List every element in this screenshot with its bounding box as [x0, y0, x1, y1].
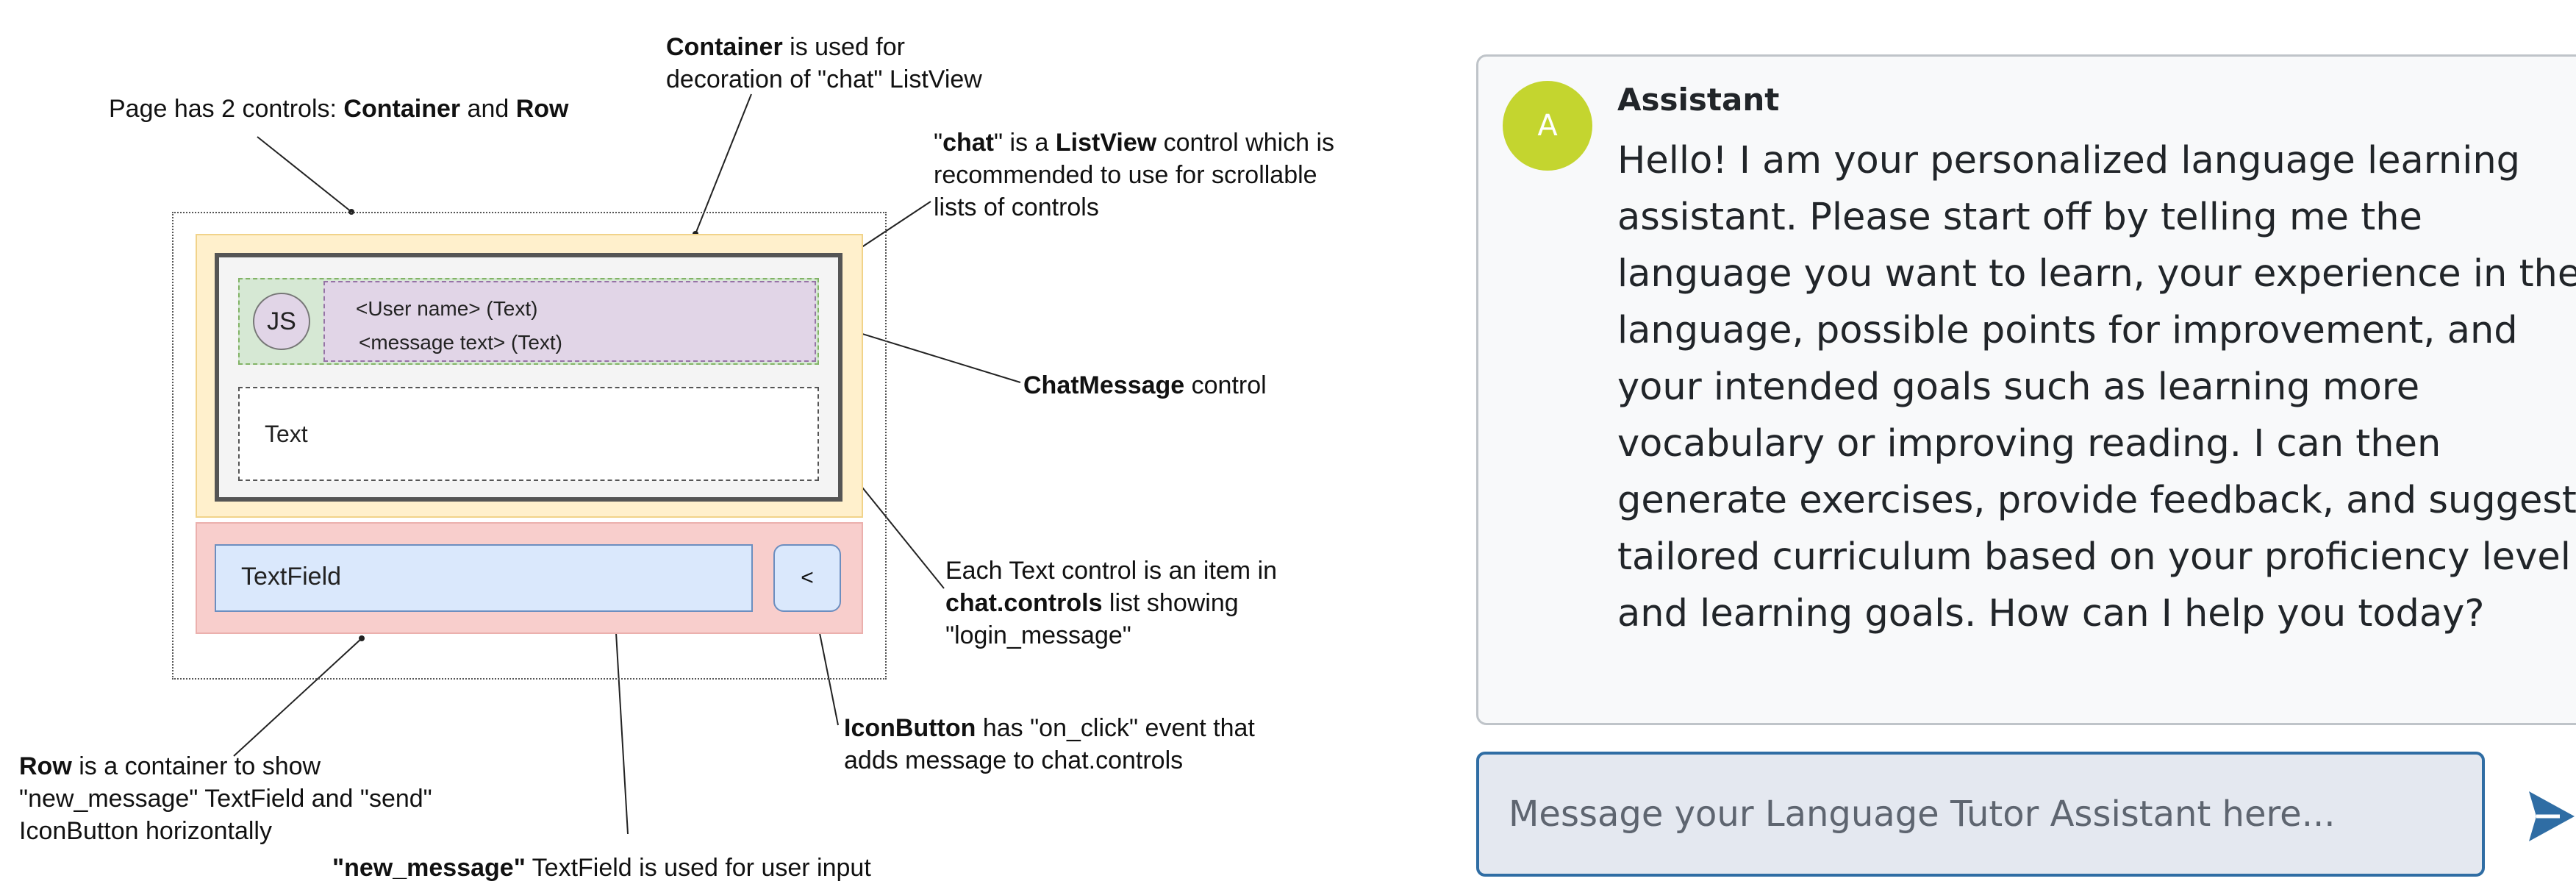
icon-button-label: <	[801, 566, 814, 590]
send-icon[interactable]	[2526, 788, 2576, 844]
assistant-name: Assistant	[1617, 82, 1780, 118]
mock-user-name-label: <User name> (Text)	[356, 297, 538, 320]
assistant-avatar: A	[1503, 81, 1592, 171]
text-item-label: Text	[265, 421, 308, 447]
annotation-row: Row is a container to show "new_message"…	[19, 752, 432, 845]
annotation-new-message: "new_message" TextField is used for user…	[332, 854, 871, 882]
mock-message-text-label: <message text> (Text)	[359, 331, 563, 354]
annotation-chat-listview: "chat" is a ListView control which is re…	[934, 129, 1335, 221]
mock-avatar: JS	[253, 293, 310, 350]
text-item-box	[238, 387, 819, 481]
mock-avatar-initials: JS	[267, 307, 296, 335]
message-input[interactable]	[1476, 752, 2485, 877]
annotation-chatmessage: ChatMessage control	[1023, 371, 1267, 399]
annotation-text-item: Each Text control is an item in chat.con…	[945, 557, 1278, 649]
assistant-avatar-letter: A	[1537, 109, 1558, 143]
assistant-message-text: Hello! I am your personalized language l…	[1617, 139, 2576, 635]
icon-button-box: <	[773, 544, 841, 612]
annotation-container: Container is used for decoration of "cha…	[666, 33, 982, 93]
annotation-iconbutton: IconButton has "on_click" event that add…	[844, 714, 1255, 774]
textfield-label: TextField	[241, 563, 342, 591]
annotation-page: Page has 2 controls: Container and Row	[109, 95, 569, 123]
flet-chat-layout-diagram: JS <User name> (Text) <message text> (Te…	[0, 0, 1397, 882]
